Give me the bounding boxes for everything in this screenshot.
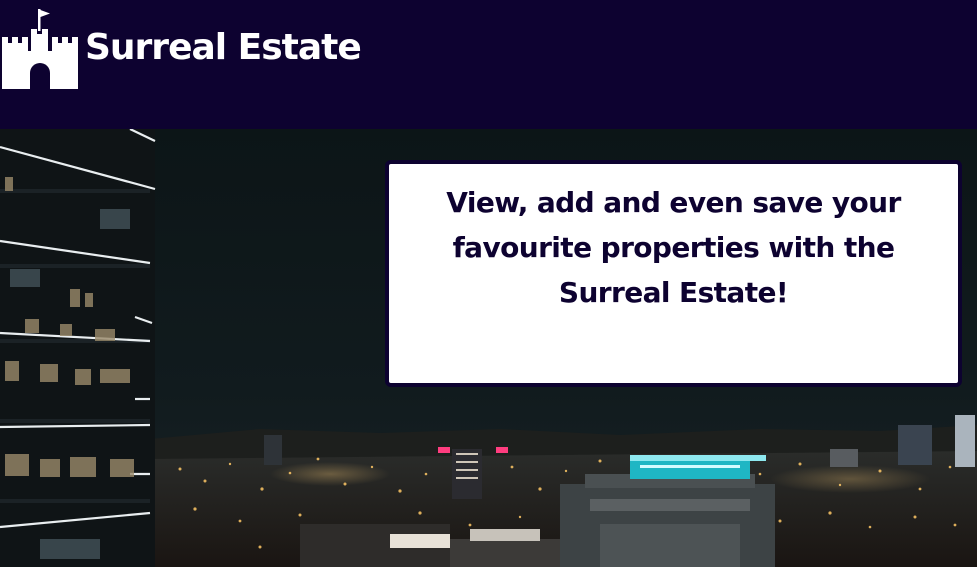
brand-name: Surreal Estate: [85, 27, 362, 68]
hero-tagline: View, add and even save your favourite p…: [446, 186, 901, 309]
tagline-card: View, add and even save your favourite p…: [385, 160, 962, 387]
navbar: Surreal Estate: [0, 0, 977, 129]
castle-icon: [2, 9, 78, 89]
hero-section: View, add and even save your favourite p…: [0, 129, 977, 567]
brand-link[interactable]: Surreal Estate: [2, 6, 362, 90]
